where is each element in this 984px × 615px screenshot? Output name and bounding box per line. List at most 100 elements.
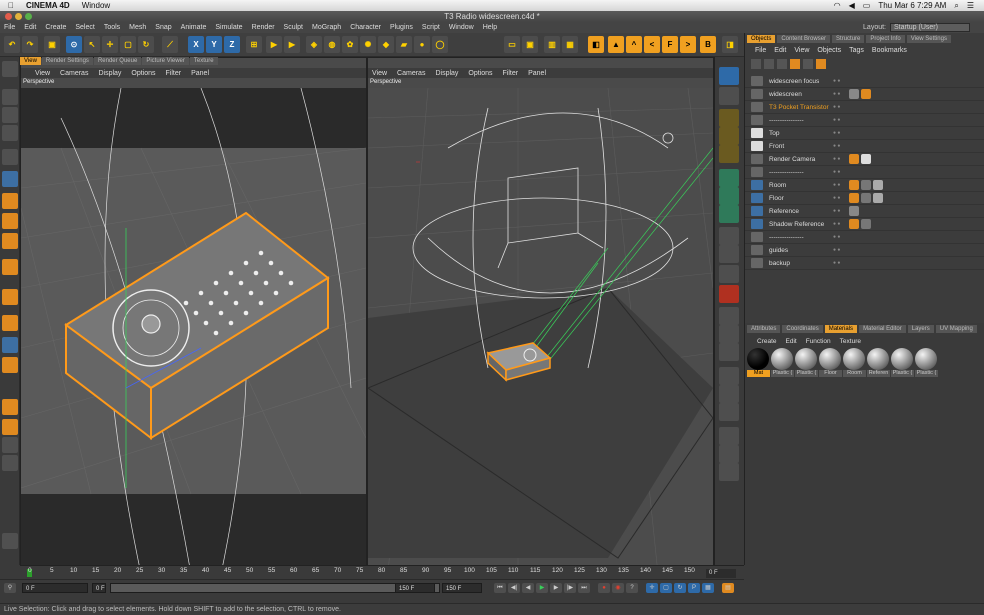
tag-icon[interactable]	[849, 89, 859, 99]
vp-right-panel[interactable]: Panel	[528, 70, 546, 77]
select-arrow-icon[interactable]	[719, 67, 739, 85]
brush-icon[interactable]	[719, 367, 739, 385]
menu-window[interactable]: Window	[449, 24, 474, 31]
list-item[interactable]: ---------------- ● ●	[745, 114, 984, 127]
list-item[interactable]: Render Camera ● ●	[745, 153, 984, 166]
bevel-icon[interactable]	[719, 187, 739, 205]
menu-mograph[interactable]: MoGraph	[312, 24, 341, 31]
sphere-o-icon[interactable]	[2, 399, 18, 415]
tab-material-editor[interactable]: Material Editor	[859, 325, 906, 333]
minimize-window-button[interactable]	[15, 13, 22, 20]
scale-tool-icon[interactable]	[719, 127, 739, 145]
tag-icon[interactable]	[873, 180, 883, 190]
back-button[interactable]: B	[700, 36, 716, 53]
cube-icon[interactable]: ◈	[306, 36, 322, 53]
rotate-tool-icon[interactable]	[719, 145, 739, 163]
vp-left-panel[interactable]: Panel	[191, 70, 209, 77]
menu-help[interactable]: Help	[483, 24, 497, 31]
floor-icon[interactable]: ▰	[396, 36, 412, 53]
tag-icon[interactable]	[849, 219, 859, 229]
battery-icon[interactable]: ▭	[863, 1, 871, 10]
tag-icon[interactable]	[861, 219, 871, 229]
tab-coordinates[interactable]: Coordinates	[782, 325, 823, 333]
vp-right-cameras[interactable]: Cameras	[397, 70, 425, 77]
menu-select[interactable]: Select	[75, 24, 94, 31]
vp-left-view[interactable]: View	[35, 70, 50, 77]
magnet-tool-icon[interactable]	[719, 343, 739, 361]
start-frame-field[interactable]: 0 F	[22, 583, 88, 593]
list-item[interactable]: Reference ● ●	[745, 205, 984, 218]
world-coordinates-icon[interactable]: ⊞	[246, 36, 262, 53]
obj-menu-bookmarks[interactable]: Bookmarks	[872, 47, 907, 54]
extrude-icon[interactable]	[719, 169, 739, 187]
play-icon[interactable]: ▶	[536, 583, 548, 593]
app-menu[interactable]: CINEMA 4D	[26, 1, 70, 10]
obj-menu-view[interactable]: View	[794, 47, 809, 54]
tag-icon[interactable]	[849, 154, 859, 164]
xyz-lock-icon[interactable]	[719, 285, 739, 303]
tag-icon[interactable]	[861, 193, 871, 203]
object-tool-1-icon[interactable]	[751, 59, 761, 69]
render-view-icon[interactable]: ▶	[266, 36, 282, 53]
camera-icon[interactable]: ●	[414, 36, 430, 53]
apple-icon[interactable]: 	[8, 1, 14, 10]
list-item[interactable]: Top ● ●	[745, 127, 984, 140]
end-frame-field[interactable]: 150 F	[442, 583, 482, 593]
prev-key-icon[interactable]: ◀|	[508, 583, 520, 593]
next-frame-icon[interactable]: ▶	[550, 583, 562, 593]
solo-icon[interactable]	[2, 357, 18, 373]
globe-icon[interactable]	[2, 455, 18, 471]
workplane-lock-icon[interactable]	[2, 337, 18, 353]
go-to-start-icon[interactable]: ⏮	[494, 583, 506, 593]
axis-mode-icon[interactable]	[2, 233, 18, 249]
tag-icon[interactable]	[861, 154, 871, 164]
lock-icon[interactable]	[2, 533, 18, 549]
object-tool-4-icon[interactable]	[790, 59, 800, 69]
array-icon[interactable]: ✿	[342, 36, 358, 53]
position-key-icon[interactable]: ✛	[646, 583, 658, 593]
material-swatch[interactable]: Room	[843, 348, 866, 378]
tab-uv-mapping[interactable]: UV Mapping	[935, 325, 977, 333]
material-swatch[interactable]: Plastic (	[771, 348, 794, 378]
object-tool-2-icon[interactable]	[764, 59, 774, 69]
next-key-icon[interactable]: |▶	[564, 583, 576, 593]
y-axis-button[interactable]: Y	[206, 36, 222, 53]
vp-left-display[interactable]: Display	[98, 70, 121, 77]
list-item[interactable]: T3 Pocket Transistor ● ●	[745, 101, 984, 114]
min-frame-field[interactable]: 0 F	[92, 583, 106, 593]
obj-menu-objects[interactable]: Objects	[817, 47, 841, 54]
sphere-grey-icon[interactable]	[2, 437, 18, 453]
menu-character[interactable]: Character	[350, 24, 381, 31]
layout-four-icon[interactable]: ▦	[562, 36, 578, 53]
material-swatch[interactable]: Plastic (	[891, 348, 914, 378]
volume-icon[interactable]: ◀	[849, 1, 855, 10]
tag-icon[interactable]	[861, 180, 871, 190]
vp-right-display[interactable]: Display	[435, 70, 458, 77]
z-axis-button[interactable]: Z	[224, 36, 240, 53]
light-icon[interactable]: ◯	[432, 36, 448, 53]
arrow-up-icon[interactable]: ▲	[608, 36, 624, 53]
timeline-window-icon[interactable]: ▤	[722, 583, 734, 593]
tab-render-settings[interactable]: Render Settings	[41, 57, 93, 65]
pla-key-icon[interactable]: ▦	[702, 583, 714, 593]
tab-picture-viewer[interactable]: Picture Viewer	[142, 57, 189, 65]
x-axis-button[interactable]: X	[188, 36, 204, 53]
points-mode-icon[interactable]	[2, 171, 18, 187]
spline-icon[interactable]: ◆	[378, 36, 394, 53]
paint-icon[interactable]	[719, 445, 739, 463]
layout-dropdown[interactable]: Startup (User)	[890, 23, 970, 32]
go-to-end-icon[interactable]: ⏭	[578, 583, 590, 593]
tab-texture[interactable]: Texture	[189, 57, 218, 65]
keyframe-selection-icon[interactable]: ?	[626, 583, 638, 593]
snap-icon[interactable]: ◧	[588, 36, 604, 53]
list-item[interactable]: ---------------- ● ●	[745, 166, 984, 179]
tab-objects[interactable]: Objects	[747, 35, 776, 43]
nurbs-icon[interactable]: ◍	[324, 36, 340, 53]
arrow-right-icon[interactable]: >	[680, 36, 696, 53]
move-icon[interactable]: ✛	[102, 36, 118, 53]
tag-icon[interactable]	[849, 206, 859, 216]
workplane-icon[interactable]	[2, 107, 18, 123]
save-icon[interactable]: ▣	[44, 36, 60, 53]
vp-left-options[interactable]: Options	[131, 70, 155, 77]
layout-two-icon[interactable]: ▥	[544, 36, 560, 53]
